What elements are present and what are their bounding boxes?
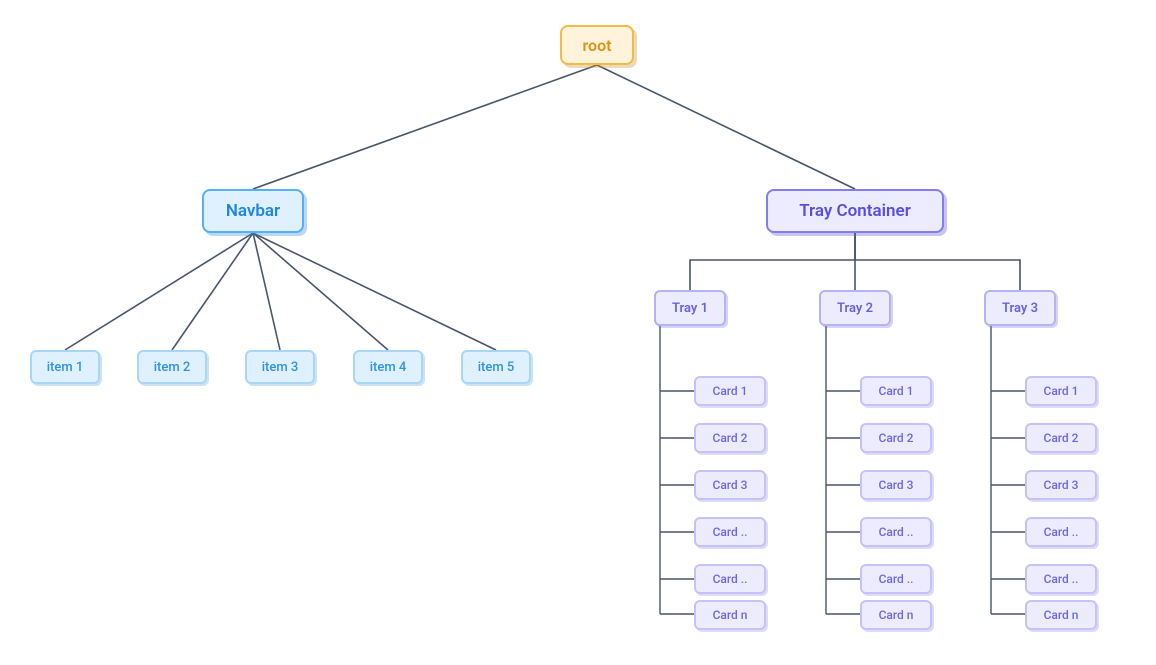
- navbar-item: item 4: [353, 350, 423, 384]
- card-node: Card ..: [860, 564, 932, 594]
- card-node: Card 1: [1025, 376, 1097, 406]
- connector-lines: [0, 0, 1156, 665]
- card-node: Card ..: [694, 517, 766, 547]
- tray-node: Tray 1: [654, 290, 726, 326]
- tray-node: Tray 2: [819, 290, 891, 326]
- card-node: Card 2: [694, 423, 766, 453]
- card-node: Card 1: [694, 376, 766, 406]
- navbar-item: item 3: [245, 350, 315, 384]
- card-node: Card 3: [1025, 470, 1097, 500]
- navbar-node: Navbar: [202, 189, 304, 233]
- card-node: Card ..: [1025, 564, 1097, 594]
- card-node: Card 2: [1025, 423, 1097, 453]
- card-node: Card 2: [860, 423, 932, 453]
- card-node: Card 3: [694, 470, 766, 500]
- navbar-item: item 1: [30, 350, 100, 384]
- card-node: Card ..: [860, 517, 932, 547]
- card-node: Card n: [860, 600, 932, 630]
- tray-node: Tray 3: [984, 290, 1056, 326]
- card-node: Card n: [1025, 600, 1097, 630]
- root-node: root: [560, 25, 634, 65]
- navbar-item: item 5: [461, 350, 531, 384]
- card-node: Card 3: [860, 470, 932, 500]
- card-node: Card ..: [694, 564, 766, 594]
- card-node: Card ..: [1025, 517, 1097, 547]
- card-node: Card n: [694, 600, 766, 630]
- card-node: Card 1: [860, 376, 932, 406]
- tray-container-node: Tray Container: [766, 189, 944, 233]
- navbar-item: item 2: [137, 350, 207, 384]
